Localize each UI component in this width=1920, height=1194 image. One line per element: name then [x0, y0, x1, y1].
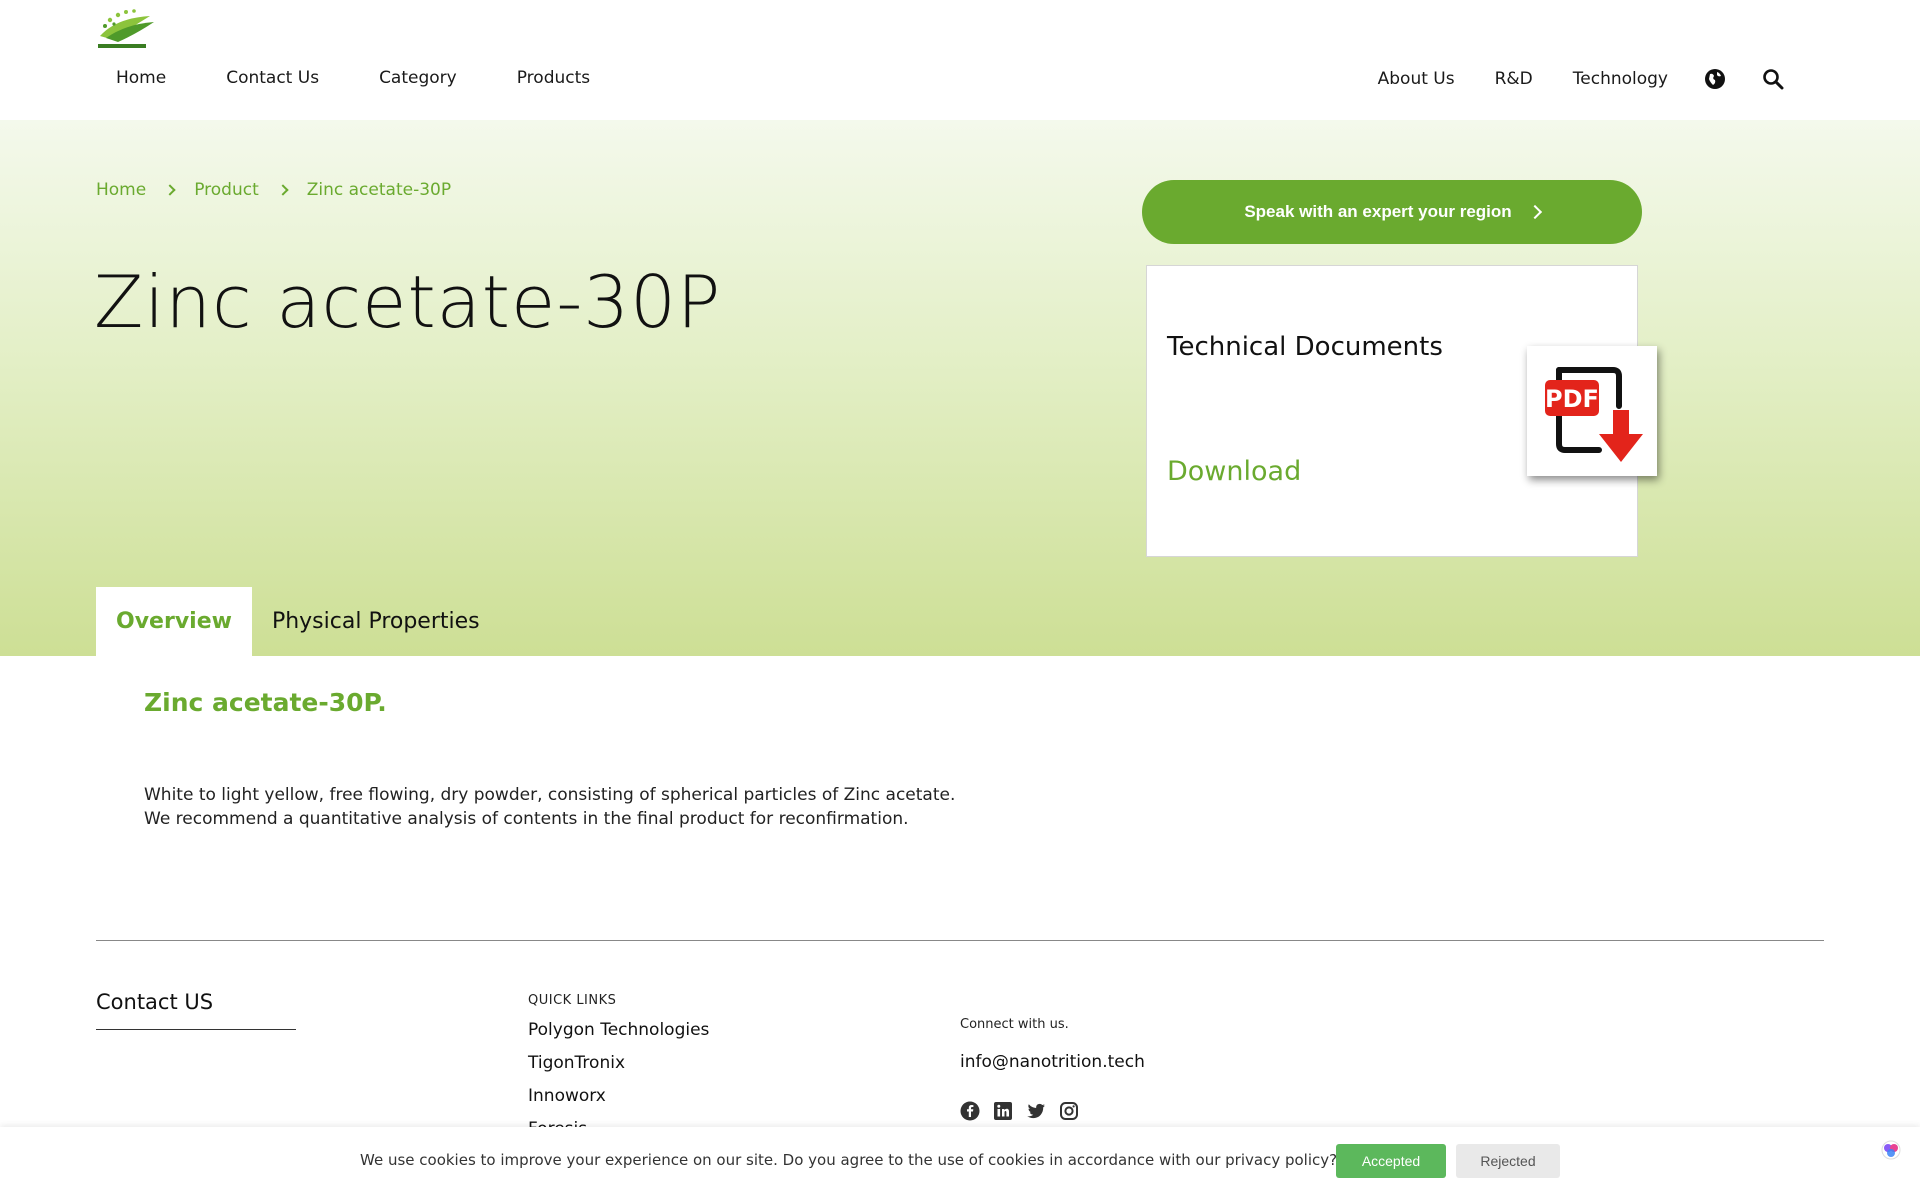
technical-documents-card: Technical Documents Download PDF: [1146, 265, 1657, 557]
nav-category[interactable]: Category: [359, 68, 457, 88]
facebook-icon[interactable]: [960, 1101, 980, 1121]
nav-contact-us[interactable]: Contact Us: [206, 68, 319, 88]
social-links: [960, 1101, 1079, 1121]
site-logo[interactable]: [96, 6, 158, 54]
overview-line: White to light yellow, free flowing, dry…: [144, 785, 956, 805]
overview-description: White to light yellow, free flowing, dry…: [144, 783, 955, 831]
quick-link-innoworx[interactable]: Innoworx: [528, 1086, 709, 1119]
footer-divider: [96, 940, 1824, 941]
quick-links-title: QUICK LINKS: [528, 993, 617, 1008]
overview-line: We recommend a quantitative analysis of …: [144, 809, 909, 829]
primary-nav-right: About Us R&D Technology: [1338, 68, 1784, 90]
cookie-reject-button[interactable]: Rejected: [1456, 1144, 1560, 1178]
footer-contact-underline: [96, 1029, 296, 1030]
primary-nav-left: Home Contact Us Category Products: [96, 68, 630, 88]
nav-rnd[interactable]: R&D: [1495, 69, 1533, 89]
nav-products[interactable]: Products: [497, 68, 590, 88]
breadcrumb-current: Zinc acetate-30P: [306, 180, 452, 200]
globe-icon[interactable]: [1704, 68, 1726, 90]
breadcrumb: Home Product Zinc acetate-30P: [96, 180, 451, 200]
download-link[interactable]: Download: [1167, 456, 1301, 487]
pdf-download-icon[interactable]: PDF: [1527, 346, 1657, 476]
speak-with-expert-label: Speak with an expert your region: [1244, 202, 1512, 221]
search-icon[interactable]: [1762, 68, 1784, 90]
chevron-right-icon: [277, 184, 289, 196]
cookie-consent-bar: We use cookies to improve your experienc…: [0, 1127, 1920, 1194]
overview-title: Zinc acetate-30P.: [144, 688, 387, 717]
chevron-right-icon: [1527, 204, 1542, 220]
technical-documents-title: Technical Documents: [1167, 332, 1443, 362]
pdf-label: PDF: [1545, 385, 1599, 413]
tab-overview[interactable]: Overview: [96, 587, 252, 656]
product-hero: Home Product Zinc acetate-30P Zinc aceta…: [0, 120, 1920, 656]
instagram-icon[interactable]: [1059, 1101, 1079, 1121]
connect-title: Connect with us.: [960, 1017, 1069, 1032]
quick-link-tigontronix[interactable]: TigonTronix: [528, 1053, 709, 1086]
tab-physical-properties[interactable]: Physical Properties: [252, 587, 500, 656]
footer-contact-title: Contact US: [96, 990, 214, 1014]
chat-widget-icon[interactable]: [1880, 1139, 1902, 1161]
site-header: Home Contact Us Category Products About …: [0, 0, 1920, 120]
page-title: Zinc acetate-30P: [94, 260, 722, 344]
nav-home[interactable]: Home: [96, 68, 166, 88]
chevron-right-icon: [164, 184, 176, 196]
contact-email[interactable]: info@nanotrition.tech: [960, 1052, 1145, 1072]
quick-link-polygon[interactable]: Polygon Technologies: [528, 1020, 709, 1053]
breadcrumb-product[interactable]: Product: [194, 180, 259, 200]
speak-with-expert-button[interactable]: Speak with an expert your region: [1142, 180, 1642, 244]
twitter-icon[interactable]: [1026, 1101, 1046, 1121]
nav-technology[interactable]: Technology: [1573, 69, 1668, 89]
product-tabs: Overview Physical Properties: [96, 587, 500, 656]
linkedin-icon[interactable]: [993, 1101, 1013, 1121]
cookie-message: We use cookies to improve your experienc…: [360, 1151, 1338, 1169]
nav-about-us[interactable]: About Us: [1378, 69, 1455, 89]
cookie-accept-button[interactable]: Accepted: [1336, 1144, 1446, 1178]
breadcrumb-home[interactable]: Home: [96, 180, 146, 200]
